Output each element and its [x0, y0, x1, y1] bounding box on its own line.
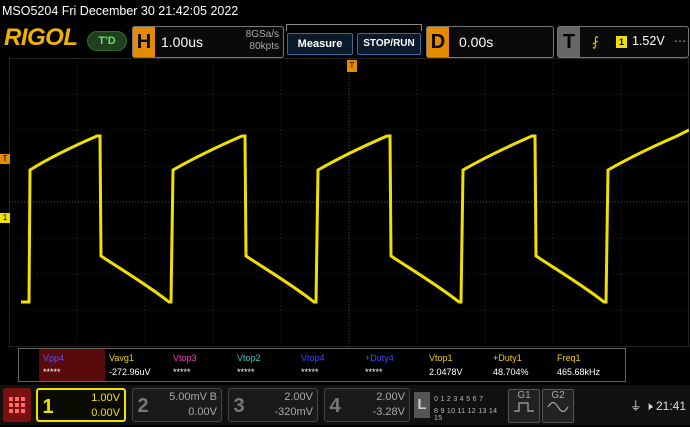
measurement-label: +Duty4 — [365, 353, 394, 363]
trigger-bracket — [286, 24, 422, 31]
channel-bar: 1 1.00V 0.00V 2 5.00mV B 0.00V 3 2.00V -… — [0, 385, 690, 425]
measurement-label: Freq1 — [557, 353, 581, 363]
sine-wave-icon — [547, 401, 569, 413]
measurement-value: -272.96uV — [109, 367, 151, 377]
channel-number: 2 — [137, 395, 149, 417]
measurement-item[interactable]: Vtop1 2.0478V — [425, 349, 491, 381]
status-area: ⏚ 🕨 21:41 — [630, 397, 686, 414]
channel-2-panel[interactable]: 2 5.00mV B 0.00V — [132, 388, 222, 422]
trigger-position-marker[interactable]: T — [347, 60, 357, 72]
trigger-source: 1 — [616, 36, 627, 48]
top-toolbar: RIGOL T'D H 1.00us 8GSa/s 80kpts Measure… — [0, 22, 690, 58]
measurement-item[interactable]: Freq1 465.68kHz — [553, 349, 619, 381]
measurement-item[interactable]: +Duty1 48.704% — [489, 349, 555, 381]
trigger-status-badge[interactable]: T'D — [87, 31, 127, 51]
trigger-badge: T — [558, 27, 580, 57]
bandwidth-limit-badge: B — [209, 391, 217, 403]
sample-rate: 8GSa/s — [245, 29, 279, 40]
channel-3-panel[interactable]: 3 2.00V -320mV — [228, 388, 318, 422]
channel-scale: 2.00V — [376, 391, 405, 403]
channel-number: 3 — [233, 395, 245, 417]
rising-edge-icon: ⨏ — [592, 34, 599, 49]
channel-scale: 5.00mV — [169, 391, 207, 403]
measurement-item[interactable]: Vavg1 -272.96uV — [105, 349, 171, 381]
channel-scale: 1.00V — [91, 392, 120, 404]
measurement-value: 465.68kHz — [557, 367, 601, 377]
measurement-label: Vavg1 — [109, 353, 134, 363]
trigger-level: 1.52V — [632, 34, 665, 48]
measurement-value: ***** — [43, 367, 61, 377]
channel-offset: 0.00V — [91, 407, 120, 419]
window-title: MSO5204 Fri December 30 21:42:05 2022 — [0, 0, 690, 22]
horizontal-panel[interactable]: H 1.00us 8GSa/s 80kpts — [132, 26, 284, 58]
channel-offset: 0.00V — [188, 406, 217, 418]
generator-2-button[interactable]: G2 — [542, 389, 574, 423]
measurement-label: Vtop1 — [429, 353, 453, 363]
measurement-value: ***** — [301, 367, 319, 377]
measurement-item[interactable]: +Duty4 ***** — [361, 349, 427, 381]
measurement-value: 48.704% — [493, 367, 529, 377]
trigger-panel[interactable]: T ⨏ 1 1.52V ⋯ — [557, 26, 689, 58]
grid-menu-icon — [9, 397, 25, 413]
generator-2-label: G2 — [551, 390, 565, 401]
delay-badge: D — [427, 27, 449, 57]
measurement-value: ***** — [173, 367, 191, 377]
measurement-item[interactable]: Vpp4 ***** — [39, 349, 105, 381]
stop-run-button[interactable]: STOP/RUN — [357, 33, 421, 55]
ch1-offset-marker[interactable]: 1 — [0, 213, 10, 223]
usb-icon: ⏚ — [629, 399, 642, 413]
channel-offset: -320mV — [274, 406, 313, 418]
measurement-value: ***** — [365, 367, 383, 377]
measure-button[interactable]: Measure — [287, 33, 353, 55]
rigol-logo: RIGOL — [4, 24, 78, 51]
logic-channels-low: 0 1 2 3 4 5 6 7 — [434, 396, 484, 403]
measurement-value: ***** — [237, 367, 255, 377]
measurement-value: 2.0478V — [429, 367, 463, 377]
memory-depth: 80kpts — [249, 41, 279, 52]
measurement-item[interactable]: Vtop4 ***** — [297, 349, 363, 381]
channel-1-panel[interactable]: 1 1.00V 0.00V — [36, 388, 126, 422]
delay-panel[interactable]: D 0.00s — [426, 26, 554, 58]
generator-1-button[interactable]: G1 — [508, 389, 540, 423]
logic-channels-high: 8 9 10 11 12 13 14 15 — [434, 408, 498, 422]
channel-offset: -3.28V — [372, 406, 405, 418]
timebase-value: 1.00us — [161, 34, 204, 50]
trigger-level-marker[interactable]: T — [0, 154, 10, 164]
generator-1-label: G1 — [517, 390, 531, 401]
menu-button[interactable] — [3, 388, 31, 422]
channel-number: 4 — [329, 395, 341, 417]
channel-number: 1 — [42, 396, 54, 418]
horizontal-badge: H — [133, 27, 155, 57]
channel-4-panel[interactable]: 4 2.00V -3.28V — [324, 388, 410, 422]
clock-time: 21:41 — [655, 399, 686, 413]
logic-analyzer-panel[interactable]: L 0 1 2 3 4 5 6 7 8 9 10 11 12 13 14 15 — [414, 390, 502, 422]
measurement-bar: Vpp4 ***** Vavg1 -272.96uV Vtop3 ***** V… — [18, 348, 626, 382]
pulse-wave-icon — [514, 402, 534, 412]
measurement-item[interactable]: Vtop3 ***** — [169, 349, 235, 381]
more-icon: ⋯ — [674, 34, 686, 48]
measurement-label: Vtop2 — [237, 353, 261, 363]
measurement-label: +Duty1 — [493, 353, 522, 363]
measurement-label: Vtop4 — [301, 353, 325, 363]
channel-scale: 2.00V — [284, 391, 313, 403]
measurement-label: Vtop3 — [173, 353, 197, 363]
measurement-item[interactable]: Vtop2 ***** — [233, 349, 299, 381]
waveform-display[interactable] — [9, 58, 689, 347]
logic-badge: L — [414, 392, 430, 418]
speaker-icon[interactable]: 🕨 — [645, 399, 653, 413]
measurement-label: Vpp4 — [43, 353, 65, 363]
delay-value: 0.00s — [459, 34, 494, 50]
